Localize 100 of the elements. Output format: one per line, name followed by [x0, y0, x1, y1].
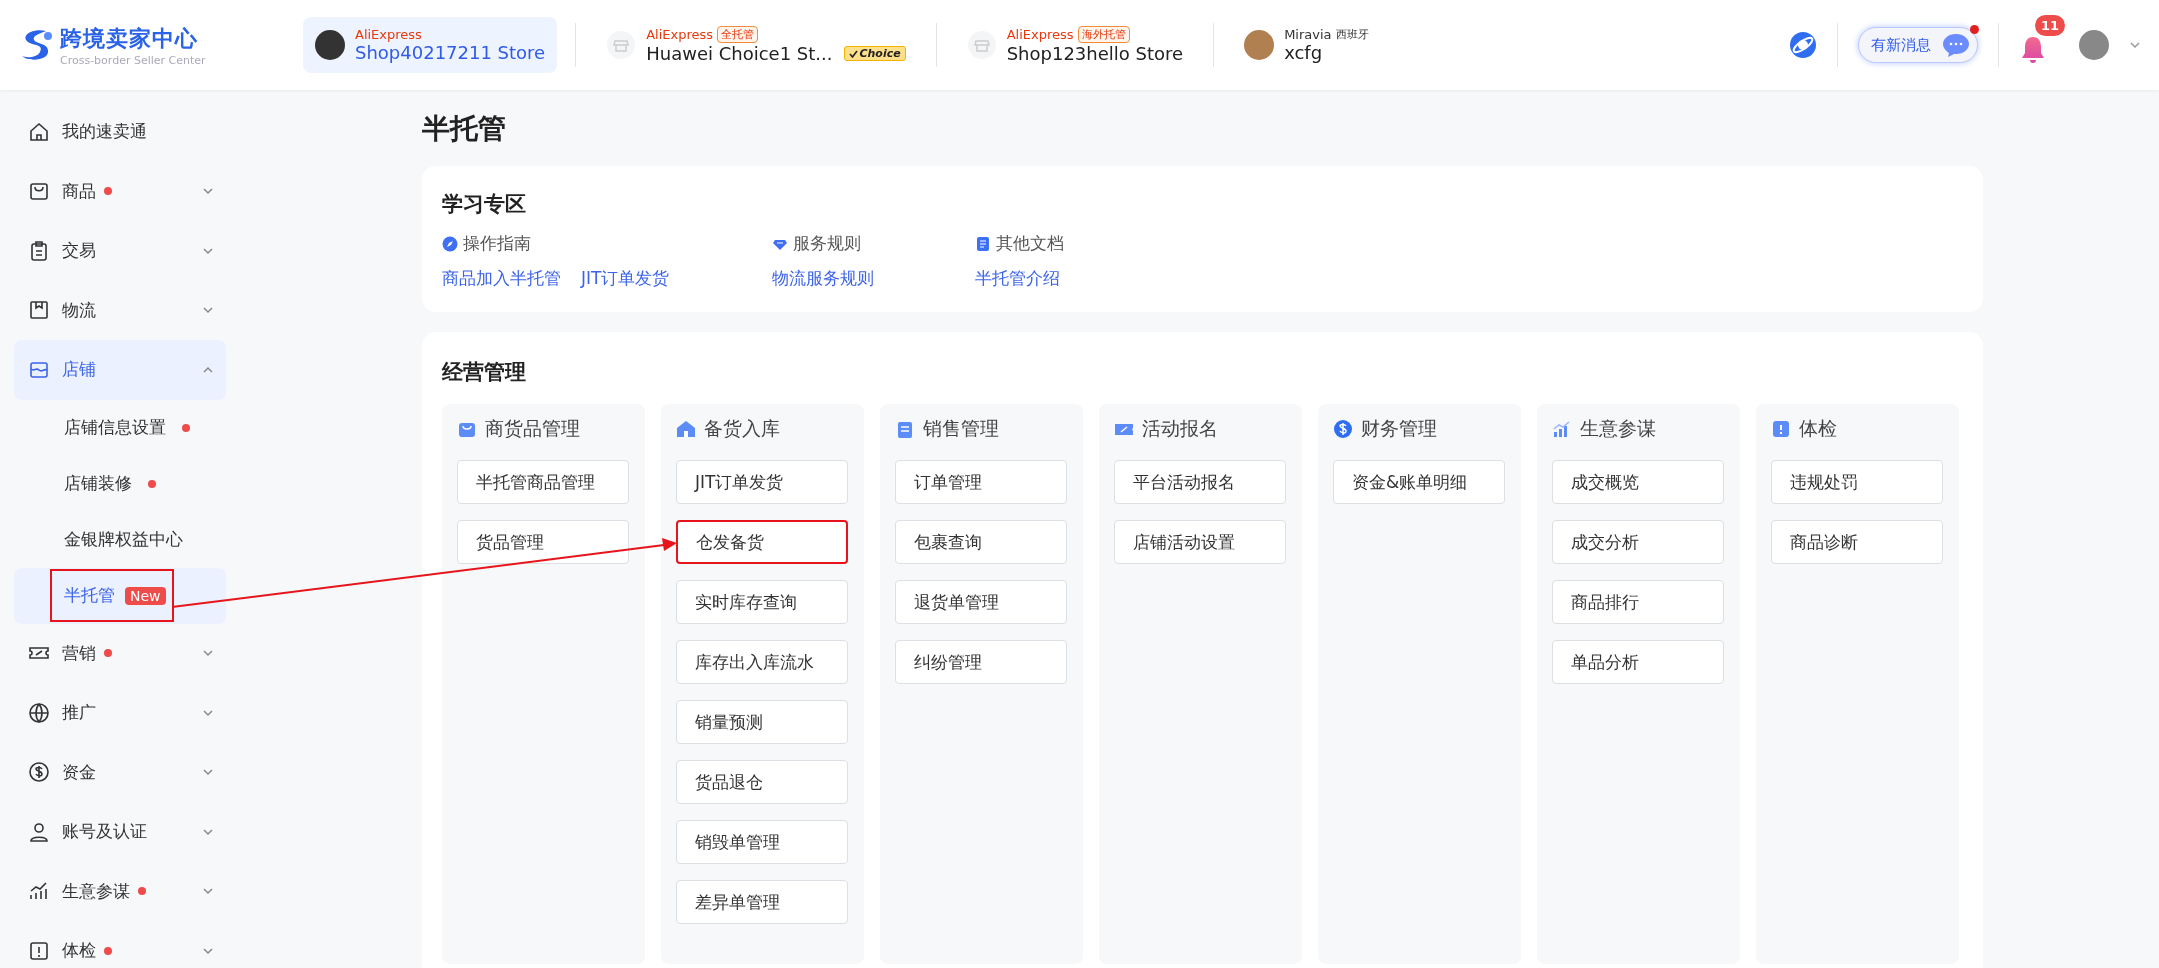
function-button[interactable]: 仓发备货 [676, 520, 848, 564]
function-button[interactable]: 订单管理 [895, 460, 1067, 504]
sidebar-item[interactable]: 店铺 [14, 340, 226, 400]
store-tab[interactable]: AliExpress Shop40217211 Store [303, 17, 558, 73]
store-name: Shop40217211 Store [355, 42, 546, 63]
dollar-icon [28, 761, 50, 784]
platform-name: AliExpress [1006, 27, 1074, 42]
store-tag: 海外托管 [1077, 26, 1130, 43]
section-title: 经营管理 [442, 359, 527, 386]
store-icon [606, 30, 637, 60]
function-button[interactable]: 成交概览 [1552, 460, 1724, 504]
function-button[interactable]: JIT订单发货 [676, 460, 848, 504]
function-button[interactable]: 销毁单管理 [676, 820, 848, 864]
chevron-down-icon [202, 246, 214, 255]
function-button[interactable]: 违规处罚 [1771, 460, 1943, 504]
function-button[interactable]: 实时库存查询 [676, 580, 848, 624]
category-title: 备货入库 [704, 416, 780, 441]
store-tab[interactable]: Miravia 西班牙 xcfg [1232, 17, 1381, 73]
box-icon [28, 299, 50, 322]
sidebar-item[interactable]: 推广 [14, 683, 226, 743]
category-title: 销售管理 [923, 416, 999, 441]
clip-icon [895, 419, 915, 439]
function-button[interactable]: 退货单管理 [895, 580, 1067, 624]
bell-icon[interactable] [2019, 35, 2047, 65]
planet-icon[interactable] [1789, 31, 1817, 59]
chevron-down-icon [202, 946, 214, 955]
sidebar-item[interactable]: 商品 [14, 161, 226, 221]
sidebar-label: 账号及认证 [62, 820, 147, 844]
region-label: 西班牙 [1335, 27, 1369, 42]
doc-link[interactable]: 半托管介绍 [975, 267, 1060, 290]
dollar-icon [1333, 419, 1353, 439]
user-icon [28, 820, 50, 843]
store-tab[interactable]: AliExpress 全托管 Huawei Choice1 St... Choice [594, 17, 918, 73]
function-button[interactable]: 成交分析 [1552, 520, 1724, 564]
clip-icon [28, 239, 50, 262]
sidebar-label: 金银牌权益中心 [63, 528, 184, 551]
doc-icon [975, 235, 991, 252]
function-button[interactable]: 纠纷管理 [895, 640, 1067, 684]
chevron-up-icon [202, 365, 214, 374]
function-button[interactable]: 半托管商品管理 [457, 460, 629, 504]
category-title: 商货品管理 [485, 416, 580, 441]
store-icon [966, 30, 997, 60]
category-title: 生意参谋 [1580, 416, 1656, 441]
sidebar-label: 我的速卖通 [62, 120, 147, 144]
doc-link[interactable]: JIT订单发货 [581, 267, 670, 290]
sidebar-label: 半托管 New [50, 569, 174, 622]
sidebar-subitem[interactable]: 金银牌权益中心 [14, 511, 226, 568]
new-messages-button[interactable]: 有新消息 [1858, 27, 1978, 63]
sidebar-item[interactable]: 账号及认证 [14, 802, 226, 862]
chevron-down-icon [202, 649, 214, 658]
sidebar-item[interactable]: 营销 [14, 623, 226, 683]
notification-count: 11 [2035, 15, 2066, 36]
store-name: xcfg [1284, 42, 1323, 63]
sidebar-label: 营销 [62, 641, 96, 665]
function-button[interactable]: 库存出入库流水 [676, 640, 848, 684]
sidebar-item[interactable]: 物流 [14, 280, 226, 340]
doc-link[interactable]: 商品加入半托管 [442, 267, 561, 290]
function-button[interactable]: 商品诊断 [1771, 520, 1943, 564]
function-button[interactable]: 销量预测 [676, 700, 848, 744]
function-button[interactable]: 货品管理 [457, 520, 629, 564]
sidebar-subitem[interactable]: 半托管 New [14, 567, 226, 624]
sidebar-label: 店铺 [62, 358, 96, 382]
sidebar-subitem[interactable]: 店铺信息设置 [14, 399, 226, 456]
compass-icon [442, 235, 458, 252]
chevron-down-icon [202, 827, 214, 836]
sidebar-subitem[interactable]: 店铺装修 [14, 455, 226, 512]
home-icon [28, 120, 50, 143]
column-heading: 操作指南 [463, 232, 531, 255]
sidebar-item[interactable]: 体检 [14, 921, 226, 968]
chevron-down-icon [202, 887, 214, 896]
function-button[interactable]: 单品分析 [1552, 640, 1724, 684]
store-tab[interactable]: AliExpress 海外托管 Shop123hello Store [954, 17, 1196, 73]
doc-link[interactable]: 物流服务规则 [772, 267, 874, 290]
chevron-down-icon [202, 306, 214, 315]
platform-name: Miravia [1284, 27, 1332, 42]
function-button[interactable]: 商品排行 [1552, 580, 1724, 624]
function-button[interactable]: 资金&账单明细 [1333, 460, 1505, 504]
logo-title: 跨境卖家中心 [60, 24, 199, 53]
sidebar-item[interactable]: 生意参谋 [14, 861, 226, 921]
warn-icon [1771, 419, 1791, 439]
choice-tag: Choice [844, 46, 906, 61]
sidebar-item[interactable]: 我的速卖通 [14, 102, 226, 162]
sidebar-item[interactable]: 交易 [14, 221, 226, 281]
chevron-down-icon [202, 768, 214, 777]
function-button[interactable]: 货品退仓 [676, 760, 848, 804]
sidebar-label: 生意参谋 [62, 879, 130, 903]
function-button[interactable]: 差异单管理 [676, 880, 848, 924]
function-button[interactable]: 包裹查询 [895, 520, 1067, 564]
chevron-down-icon[interactable] [2129, 41, 2141, 49]
user-avatar[interactable] [2079, 30, 2109, 60]
column-heading: 其他文档 [996, 232, 1064, 255]
house-icon [676, 419, 696, 439]
sidebar-item[interactable]: 资金 [14, 742, 226, 802]
avatar [1244, 30, 1275, 60]
sidebar-label: 资金 [62, 760, 96, 784]
store-name: Huawei Choice1 St... [646, 43, 833, 64]
chart-icon [1552, 419, 1572, 439]
logo-subtitle: Cross-border Seller Center [60, 53, 206, 67]
function-button[interactable]: 平台活动报名 [1114, 460, 1286, 504]
function-button[interactable]: 店铺活动设置 [1114, 520, 1286, 564]
